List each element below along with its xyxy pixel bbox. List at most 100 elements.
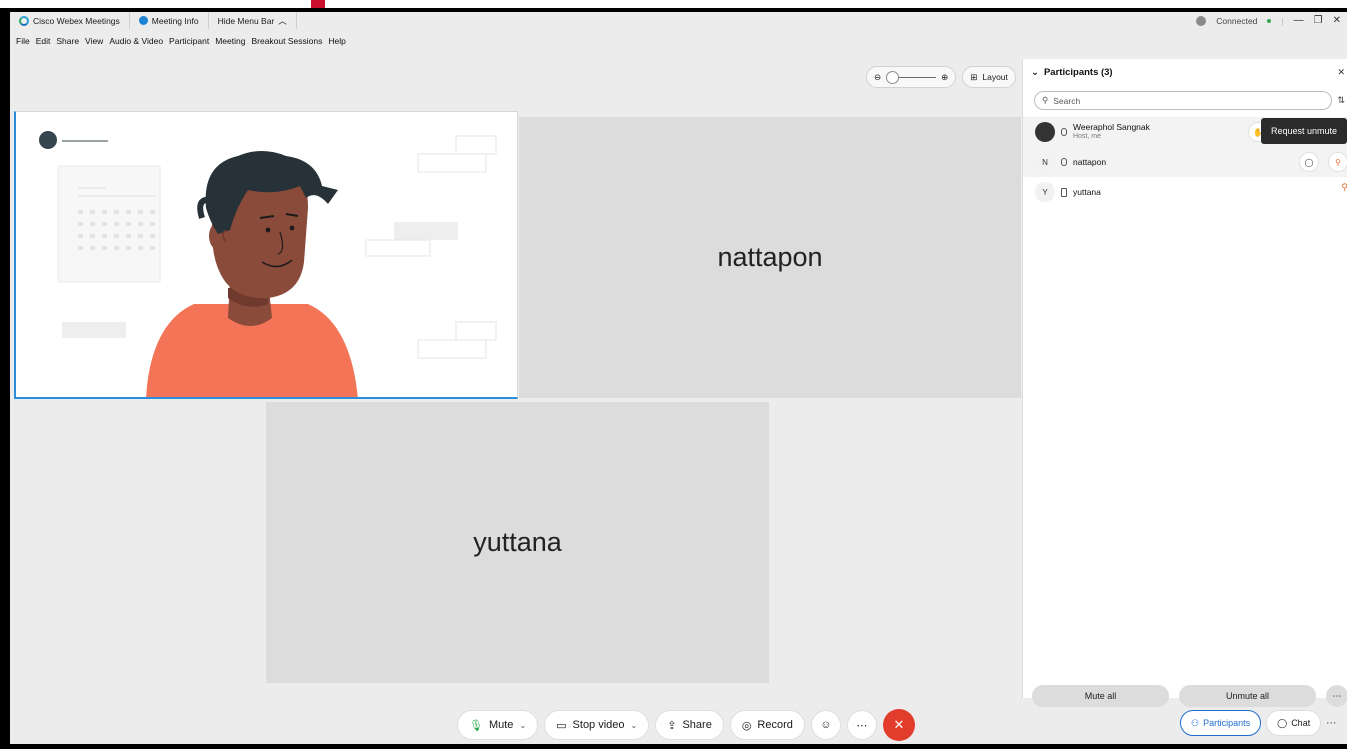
avatar: Y (1035, 182, 1055, 202)
menu-breakout-sessions[interactable]: Breakout Sessions (248, 36, 325, 46)
more-icon[interactable]: ⋯ (1326, 718, 1336, 729)
search-placeholder: Search (1053, 95, 1081, 106)
connection-status: Connected (1216, 15, 1258, 26)
reactions-button[interactable]: ☺ (810, 710, 841, 740)
chat-icon[interactable]: ◯ (1299, 152, 1319, 172)
tab-chat-label: Chat (1291, 718, 1311, 728)
meeting-controls: 🎙 Mute ⌄ ▭ Stop video ⌄ ⇪ Share ◎ Record… (457, 709, 915, 741)
app-name: Cisco Webex Meetings (33, 15, 120, 26)
phone-icon (1061, 187, 1067, 197)
menu-view[interactable]: View (82, 36, 106, 46)
tab-participants[interactable]: ⚇ Participants (1180, 710, 1262, 736)
hide-menu-bar-button[interactable]: Hide Menu Bar ︿ (209, 12, 297, 29)
tile-name-yuttana: yuttana (473, 527, 562, 557)
annotation-mark (311, 0, 325, 8)
search-icon: ⚲ (1042, 95, 1049, 105)
microphone-icon: 🎙 (469, 719, 483, 732)
muted-microphone-icon[interactable]: ⚲ (1341, 182, 1347, 193)
more-icon[interactable]: ⋯ (1326, 685, 1347, 707)
connection-dot-icon (1267, 18, 1272, 23)
menu-bar: File Edit Share View Audio & Video Parti… (10, 29, 1347, 53)
menu-audio-video[interactable]: Audio & Video (106, 36, 166, 46)
layout-label: Layout (982, 72, 1008, 82)
chevron-down-icon[interactable]: ⌄ (631, 721, 638, 730)
participant-video-tile-nattapon[interactable]: nattapon (519, 117, 1021, 398)
stop-video-label: Stop video (572, 719, 625, 731)
close-panel-icon[interactable]: ✕ (1337, 67, 1345, 78)
restore-icon[interactable]: ❐ (1314, 15, 1323, 26)
minimize-icon[interactable]: — (1294, 15, 1304, 26)
menu-participant[interactable]: Participant (166, 36, 212, 46)
participant-search-input[interactable]: ⚲ Search (1034, 91, 1332, 110)
layout-button[interactable]: ⊞ Layout (962, 66, 1016, 88)
shield-icon (138, 16, 148, 25)
chevron-up-icon: ︿ (278, 15, 287, 26)
participant-video-tile-yuttana[interactable]: yuttana (266, 402, 769, 683)
chat-icon: ◯ (1277, 717, 1288, 728)
unmute-all-button[interactable]: Unmute all (1179, 685, 1316, 707)
self-video-tile[interactable] (14, 111, 518, 399)
mute-label: Mute (488, 719, 514, 731)
menu-help[interactable]: Help (325, 36, 348, 46)
hide-menu-bar-label: Hide Menu Bar (217, 15, 275, 26)
close-icon[interactable]: ✕ (1333, 15, 1341, 26)
participant-role: Host, me (1073, 133, 1102, 140)
zoom-slider[interactable] (886, 70, 937, 84)
meeting-info-label: Meeting Info (151, 15, 199, 26)
divider: | (1281, 15, 1284, 26)
panel-tabs: ⚇ Participants ◯ Chat ⋯ (1180, 710, 1336, 736)
mute-button[interactable]: 🎙 Mute ⌄ (457, 710, 539, 740)
end-meeting-button[interactable]: ✕ (882, 709, 915, 741)
more-options-button[interactable]: ⋯ (846, 710, 877, 740)
participant-row[interactable]: N nattapon ◯ ⚲ (1023, 147, 1347, 177)
mute-all-button[interactable]: Mute all (1032, 685, 1169, 707)
stop-video-button[interactable]: ▭ Stop video ⌄ (544, 710, 650, 740)
share-button[interactable]: ⇪ Share (655, 710, 724, 740)
zoom-slider-handle[interactable] (886, 70, 900, 84)
participants-panel: ⌄ Participants (3) ✕ ⚲ Search ⇅ Weerapho… (1022, 59, 1347, 707)
panel-title: Participants (3) (1043, 67, 1113, 78)
chevron-down-icon[interactable]: ⌄ (519, 721, 526, 730)
menu-file[interactable]: File (13, 36, 33, 46)
webex-window: Cisco Webex Meetings Meeting Info Hide M… (10, 12, 1347, 744)
participant-name: yuttana (1073, 187, 1101, 197)
avatar (1035, 122, 1055, 142)
video-camera-icon: ▭ (556, 719, 567, 732)
smiley-icon: ☺ (820, 719, 832, 731)
view-controls: ⊖ ⊕ ⊞ Layout (866, 66, 1016, 88)
zoom-in-icon[interactable]: ⊕ (941, 72, 948, 83)
tab-chat[interactable]: ◯ Chat (1266, 710, 1322, 736)
share-label: Share (682, 719, 712, 731)
avatar: N (1035, 152, 1055, 172)
record-label: Record (757, 719, 793, 731)
microphone-icon (1061, 158, 1067, 166)
illustrated-person-video (39, 131, 497, 397)
close-icon: ✕ (893, 717, 905, 732)
menu-share[interactable]: Share (53, 36, 82, 46)
tile-name-nattapon: nattapon (717, 242, 823, 272)
menu-edit[interactable]: Edit (33, 36, 54, 46)
row-actions: ⚲ (1341, 182, 1347, 193)
connection-icon (1196, 15, 1207, 26)
record-icon: ◎ (741, 719, 752, 732)
grid-icon: ⊞ (970, 71, 978, 82)
participant-name-block: Weeraphol Sangnak Host, me (1073, 122, 1150, 142)
muted-microphone-icon[interactable]: ⚲ (1328, 152, 1347, 172)
meeting-info-button[interactable]: Meeting Info (130, 12, 209, 29)
title-bar: Cisco Webex Meetings Meeting Info Hide M… (10, 12, 1347, 29)
microphone-icon (1061, 128, 1067, 136)
participant-row[interactable]: Y yuttana ⚲ (1023, 177, 1347, 207)
row-actions: ◯ ⚲ (1299, 152, 1347, 172)
chevron-down-icon[interactable]: ⌄ (1031, 67, 1039, 78)
app-title: Cisco Webex Meetings (10, 12, 130, 29)
record-button[interactable]: ◎ Record (729, 710, 805, 740)
menu-meeting[interactable]: Meeting (212, 36, 248, 46)
participant-name: nattapon (1073, 157, 1107, 167)
more-icon: ⋯ (856, 719, 868, 732)
panel-header[interactable]: ⌄ Participants (3) (1023, 59, 1347, 86)
zoom-control[interactable]: ⊖ ⊕ (866, 66, 957, 88)
zoom-out-icon[interactable]: ⊖ (874, 72, 881, 83)
request-unmute-tooltip: Request unmute (1261, 118, 1347, 144)
share-icon: ⇪ (667, 719, 677, 732)
sort-icon[interactable]: ⇅ (1337, 95, 1345, 106)
